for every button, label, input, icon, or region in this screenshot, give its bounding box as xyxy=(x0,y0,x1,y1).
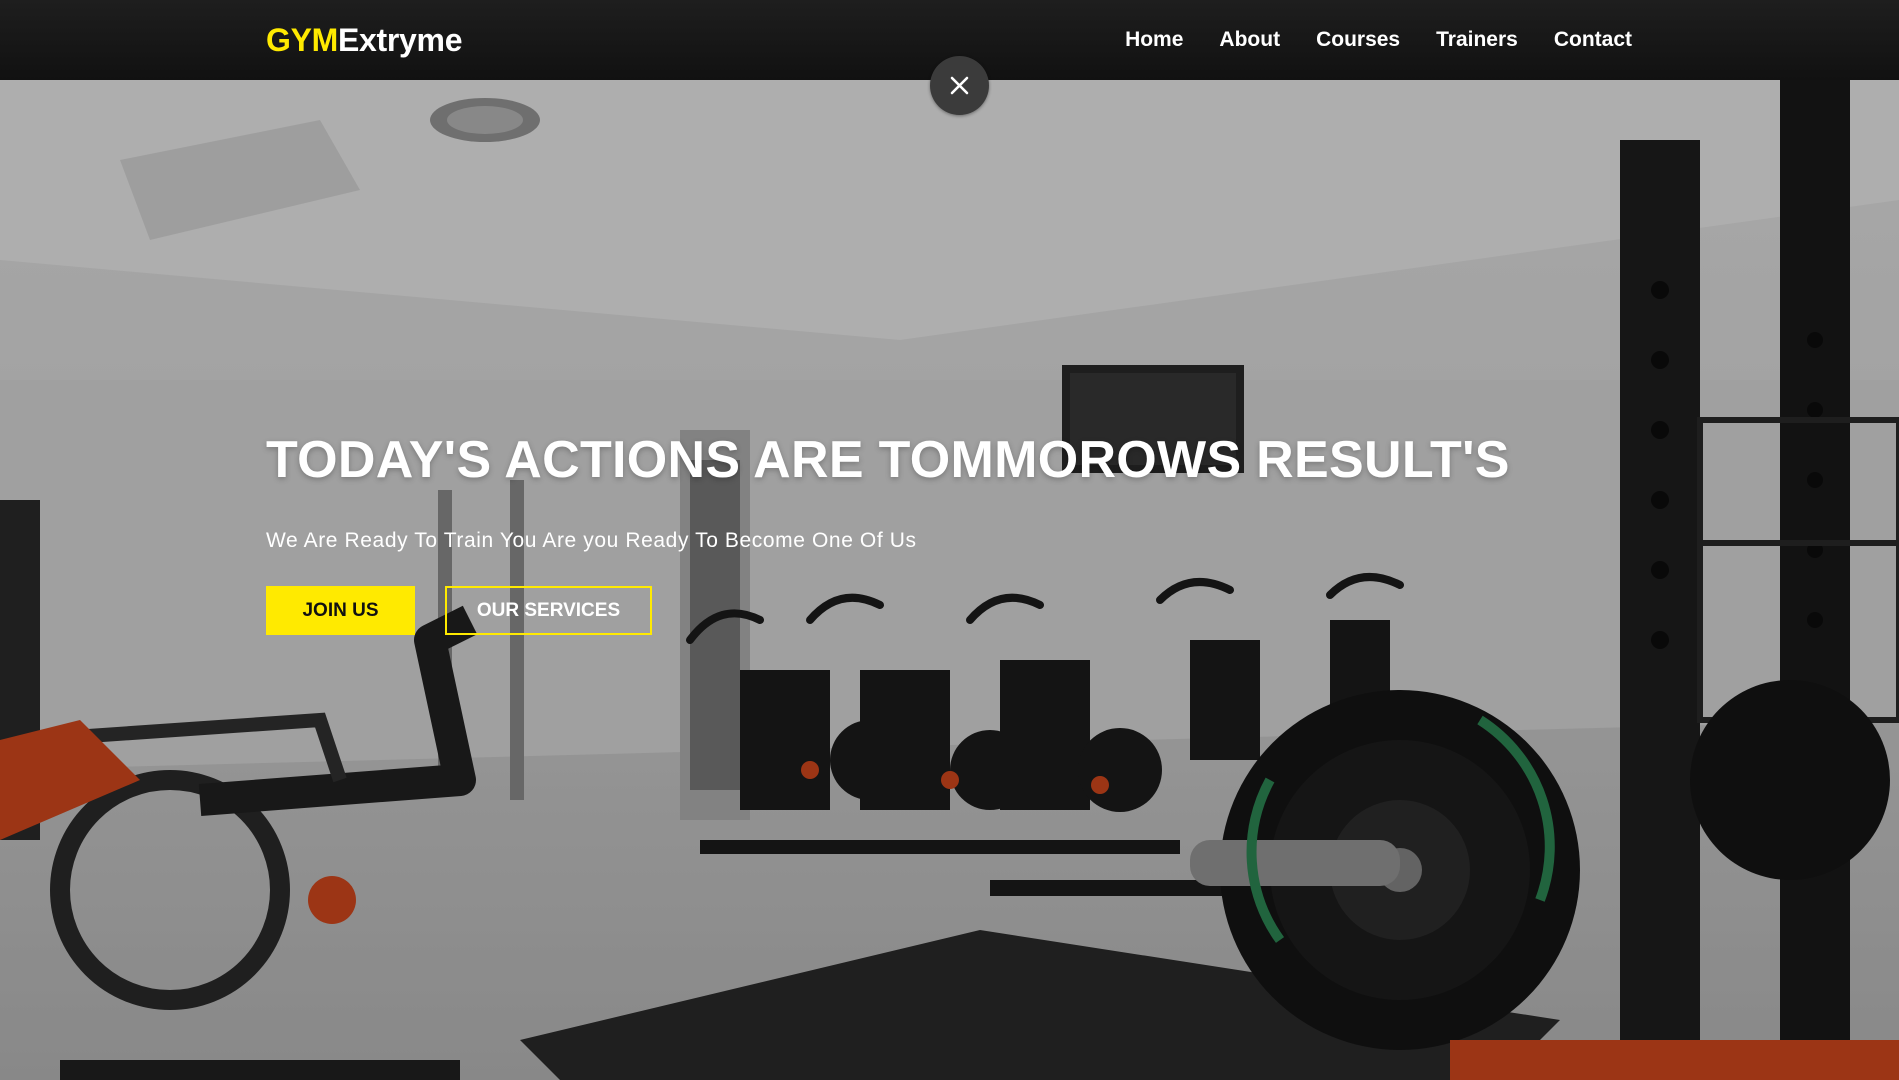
nav-menu: Home About Courses Trainers Contact xyxy=(1125,0,1632,80)
brand-logo[interactable]: GYMExtryme xyxy=(266,0,463,80)
nav-item-trainers[interactable]: Trainers xyxy=(1436,28,1518,52)
hero-overlay xyxy=(0,80,1899,1080)
nav-item-contact[interactable]: Contact xyxy=(1554,28,1632,52)
brand-part-extryme: Extryme xyxy=(338,22,463,58)
nav-item-about[interactable]: About xyxy=(1219,28,1280,52)
our-services-button[interactable]: OUR SERVICES xyxy=(445,586,652,635)
nav-item-home[interactable]: Home xyxy=(1125,28,1183,52)
close-button[interactable] xyxy=(930,56,989,115)
close-icon xyxy=(950,76,969,95)
nav-item-courses[interactable]: Courses xyxy=(1316,28,1400,52)
join-us-button[interactable]: JOIN US xyxy=(266,586,415,635)
hero-section: TODAY'S ACTIONS ARE TOMMOROWS RESULT'S W… xyxy=(0,80,1899,1080)
hero-subline: We Are Ready To Train You Are you Ready … xyxy=(266,529,917,552)
brand-part-gym: GYM xyxy=(266,22,338,58)
hero-headline: TODAY'S ACTIONS ARE TOMMOROWS RESULT'S xyxy=(266,431,1510,489)
